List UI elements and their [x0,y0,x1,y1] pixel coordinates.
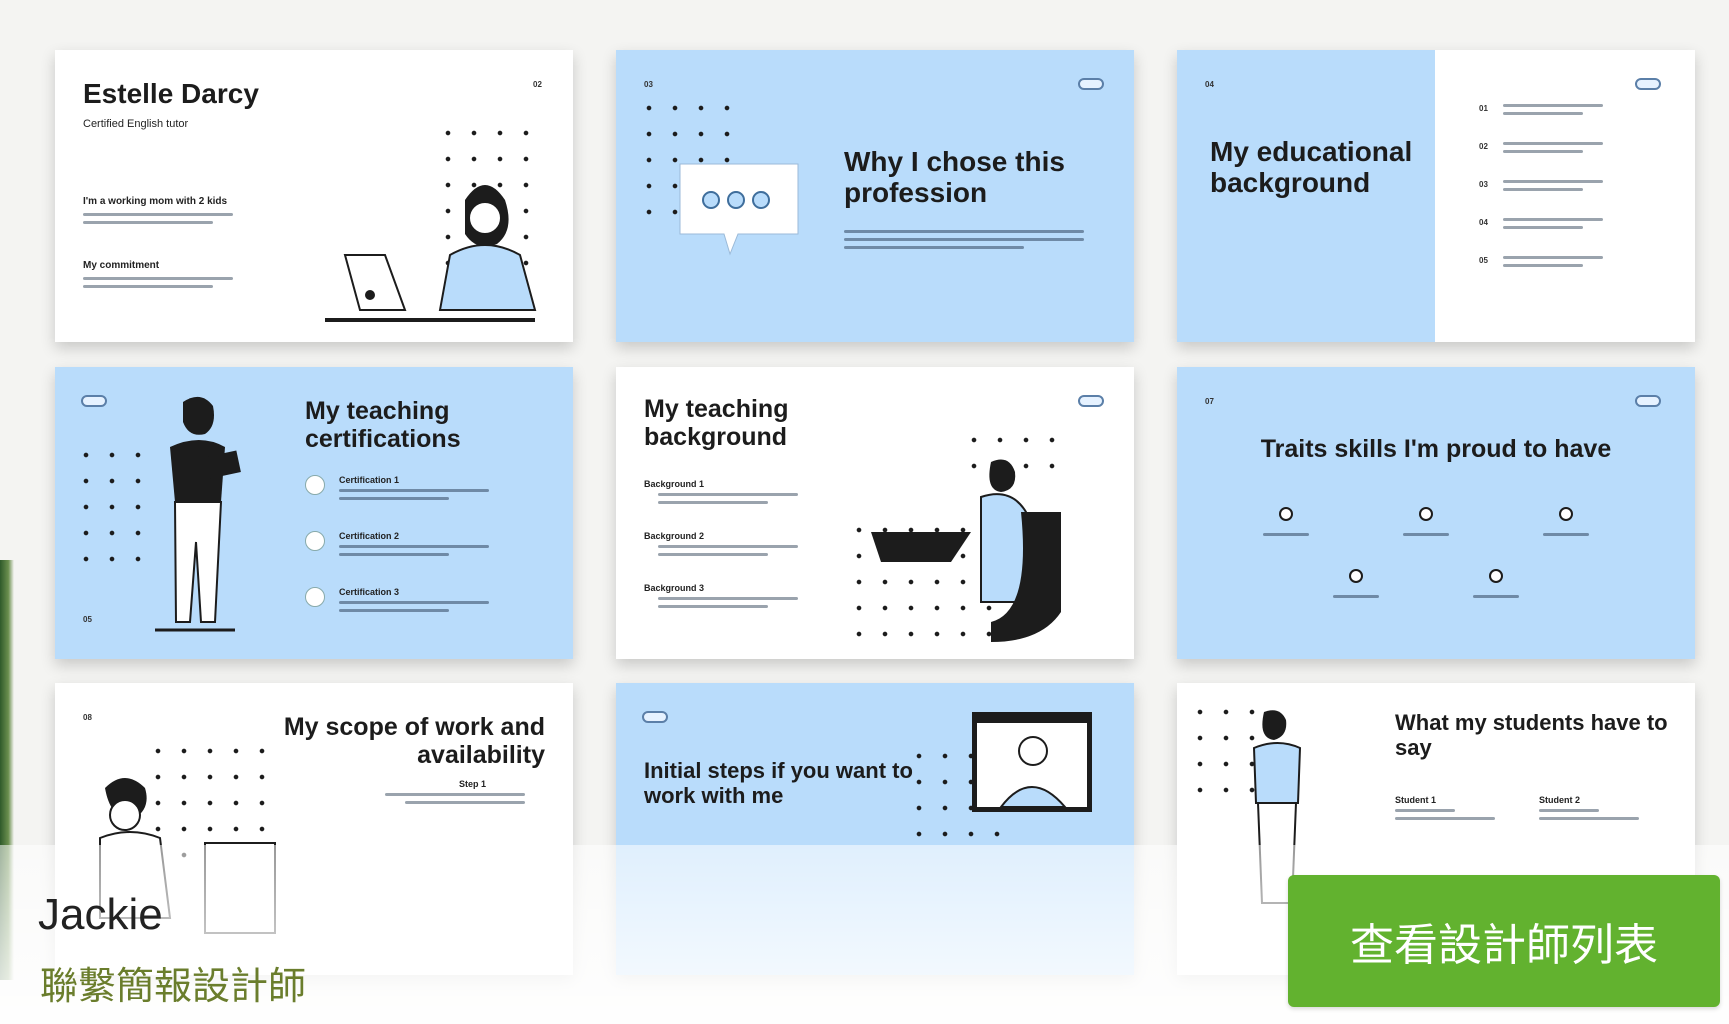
tutor-at-laptop-illustration [325,185,537,322]
placeholder-text-line [844,238,1084,241]
slide-heading: My commitment [83,260,160,271]
page-number: 04 [1205,80,1214,89]
certificate-icon [305,587,325,607]
placeholder-text-line [1333,595,1379,598]
nav-pill-icon [81,395,107,407]
list-item: Background 2 [644,531,824,583]
designer-name: Jackie [38,890,163,939]
placeholder-text-line [1395,809,1455,812]
placeholder-text-line [844,246,1024,249]
student-label: Student 2 [1539,795,1581,805]
placeholder-text-line [385,793,525,796]
placeholder-text-line [405,801,525,804]
placeholder-text-line [1403,533,1449,536]
placeholder-text-line [844,230,1084,233]
placeholder-text-line [1543,533,1589,536]
list-item: 05 [1479,254,1669,292]
placeholder-text-line [83,277,233,280]
list-item: Background 3 [644,583,824,635]
contact-designer-label: 聯繫簡報設計師 [40,964,307,1008]
list-item: 04 [1479,216,1669,254]
slide-subtitle: Certified English tutor [83,118,189,130]
placeholder-text-line [83,213,233,216]
student-label: Student 1 [1395,795,1437,805]
slide-title: Estelle Darcy [83,78,259,109]
placeholder-text-line [1263,533,1309,536]
slide-title: Why I chose this profession [844,146,1065,209]
slide-title: Traits skills I'm proud to have [1260,435,1612,463]
nav-pill-icon [642,711,668,723]
placeholder-text-line [1473,595,1519,598]
list-item: Certification 2 [305,531,545,587]
nav-pill-icon [1635,78,1661,90]
placeholder-text-line [1395,817,1495,820]
slide-title: My scope of work and availability [283,713,545,769]
list-item: Certification 3 [305,587,545,643]
view-designer-list-button[interactable]: 查看設計師列表 [1288,875,1720,1007]
trait-icon [1419,507,1433,521]
placeholder-text-line [1539,809,1599,812]
nav-pill-icon [1635,395,1661,407]
tutor-at-desk-illustration [871,459,1061,642]
list-item: 02 [1479,140,1669,178]
placeholder-text-line [83,221,213,224]
dot-pattern [73,442,153,562]
nav-pill-icon [1078,395,1104,407]
slide-title: Initial steps if you want to work with m… [644,758,913,808]
step-label: Step 1 [459,779,487,789]
slide-title: My educational background [1210,136,1413,199]
slide-title: My teaching background [644,395,789,451]
slide-traits-skills[interactable]: 07 Traits skills I'm proud to have [1177,367,1695,659]
background-list: Background 1 Background 2 Background 3 [644,479,824,635]
woman-with-tablet-illustration [155,396,241,632]
trait-icon [1489,569,1503,583]
page-number: 07 [1205,397,1214,406]
list-item: 03 [1479,178,1669,216]
certificate-icon [305,475,325,495]
page-number: 03 [644,80,653,89]
list-item: Certification 1 [305,475,545,531]
slide-title: My teaching certifications [305,397,461,453]
nav-pill-icon [1078,78,1104,90]
certificate-icon [305,531,325,551]
page-number: 08 [83,713,92,722]
numbered-list: 01 02 03 04 05 [1479,102,1669,292]
slide-why-i-chose[interactable]: 03 Why I chose this profession [616,50,1134,342]
slide-grid: Estelle Darcy Certified English tutor 02… [55,50,1695,980]
trait-icon [1559,507,1573,521]
slide-educational-background[interactable]: 04 My educational background 01 02 03 04… [1177,50,1695,342]
page-number: 05 [83,615,92,624]
template-preview: Estelle Darcy Certified English tutor 02… [0,0,1729,1024]
slide-title: What my students have to say [1395,710,1668,760]
trait-icon [1349,569,1363,583]
slide-teaching-certifications[interactable]: 05 My teaching certifications Certificat… [55,367,573,659]
trait-icon [1279,507,1293,521]
slide-teaching-background[interactable]: My teaching background Background 1 Back… [616,367,1134,659]
list-item: Background 1 [644,479,824,531]
certification-list: Certification 1 Certification 2 Certific… [305,475,545,643]
video-call-illustration [972,712,1092,812]
page-number: 02 [533,80,542,89]
placeholder-text-line [83,285,213,288]
slide-heading: I'm a working mom with 2 kids [83,196,228,207]
placeholder-text-line [1539,817,1639,820]
slide-estelle-darcy[interactable]: Estelle Darcy Certified English tutor 02… [55,50,573,342]
speech-bubble-icon [679,163,799,256]
list-item: 01 [1479,102,1669,140]
